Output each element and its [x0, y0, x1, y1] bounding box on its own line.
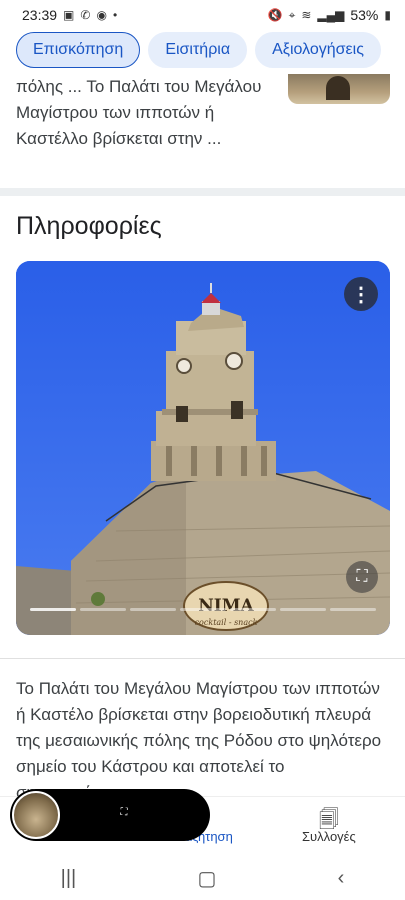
gallery-icon: ▣ — [63, 8, 75, 22]
sign-subtext: cocktail - snack — [195, 618, 258, 627]
tab-tickets[interactable]: Εισιτήρια — [148, 32, 248, 68]
battery-icon: ▮ — [384, 8, 391, 22]
section-title: Πληροφορίες — [16, 212, 162, 240]
status-bar: 23:39 ▣ ✆ ◉ • 🔇 ⌖ ≋ ▂▄▆ 53% ▮ — [0, 0, 405, 30]
sign-text: NIMA — [198, 596, 254, 616]
progress-segment — [330, 608, 376, 611]
nav-collections[interactable]: 🗐 Συλλογές — [302, 805, 356, 844]
pip-thumbnail[interactable] — [12, 791, 60, 839]
home-icon[interactable]: ▢ — [197, 866, 216, 891]
status-time: 23:39 — [22, 7, 58, 23]
battery-percent: 53% — [350, 7, 379, 23]
result-snippet[interactable]: πόλης ... Το Παλάτι του Μεγάλου Μαγίστρο… — [16, 74, 278, 152]
pip-expand-icon[interactable]: ⛶ — [118, 807, 130, 819]
signal-icon: ▂▄▆ — [317, 8, 345, 22]
tab-overview[interactable]: Επισκόπηση — [16, 32, 141, 68]
tab-bar: Επισκόπηση Εισιτήρια Αξιολογήσεις — [0, 32, 405, 74]
messenger-icon: ◉ — [96, 8, 107, 22]
mute-icon: 🔇 — [267, 8, 283, 22]
recents-icon[interactable]: ||| — [61, 867, 77, 890]
progress-segment — [230, 608, 276, 611]
progress-segment — [280, 608, 326, 611]
nav-collections-label: Συλλογές — [302, 829, 356, 844]
section-divider — [0, 188, 405, 196]
content-divider — [0, 658, 405, 659]
back-icon[interactable]: ‹ — [338, 867, 345, 890]
call-icon: ✆ — [80, 8, 91, 22]
description-text: Το Παλάτι του Μεγάλου Μαγίστρου των ιππο… — [16, 679, 382, 796]
progress-segment — [130, 608, 176, 611]
pip-overlay[interactable]: ⛶ — [10, 789, 210, 841]
dot-icon: • — [112, 8, 118, 22]
bookmark-icon: 🗐 — [318, 809, 339, 831]
progress-segment — [80, 608, 126, 611]
result-thumbnail[interactable] — [288, 74, 390, 104]
wifi-icon: ≋ — [301, 8, 312, 22]
photo-progress — [30, 608, 376, 611]
location-icon: ⌖ — [288, 7, 296, 22]
tower-photo-art: NIMA cocktail - snack — [16, 261, 390, 635]
fullscreen-icon[interactable]: ⛶ — [346, 561, 378, 593]
tab-reviews[interactable]: Αξιολογήσεις — [255, 32, 381, 68]
progress-segment — [180, 608, 226, 611]
system-nav: ||| ▢ ‹ — [0, 856, 405, 900]
tower-photo[interactable]: NIMA cocktail - snack ⋮ ⛶ — [16, 261, 390, 635]
gate-arch-image — [326, 76, 350, 100]
progress-segment — [30, 608, 76, 611]
more-options-button[interactable]: ⋮ — [344, 277, 378, 311]
